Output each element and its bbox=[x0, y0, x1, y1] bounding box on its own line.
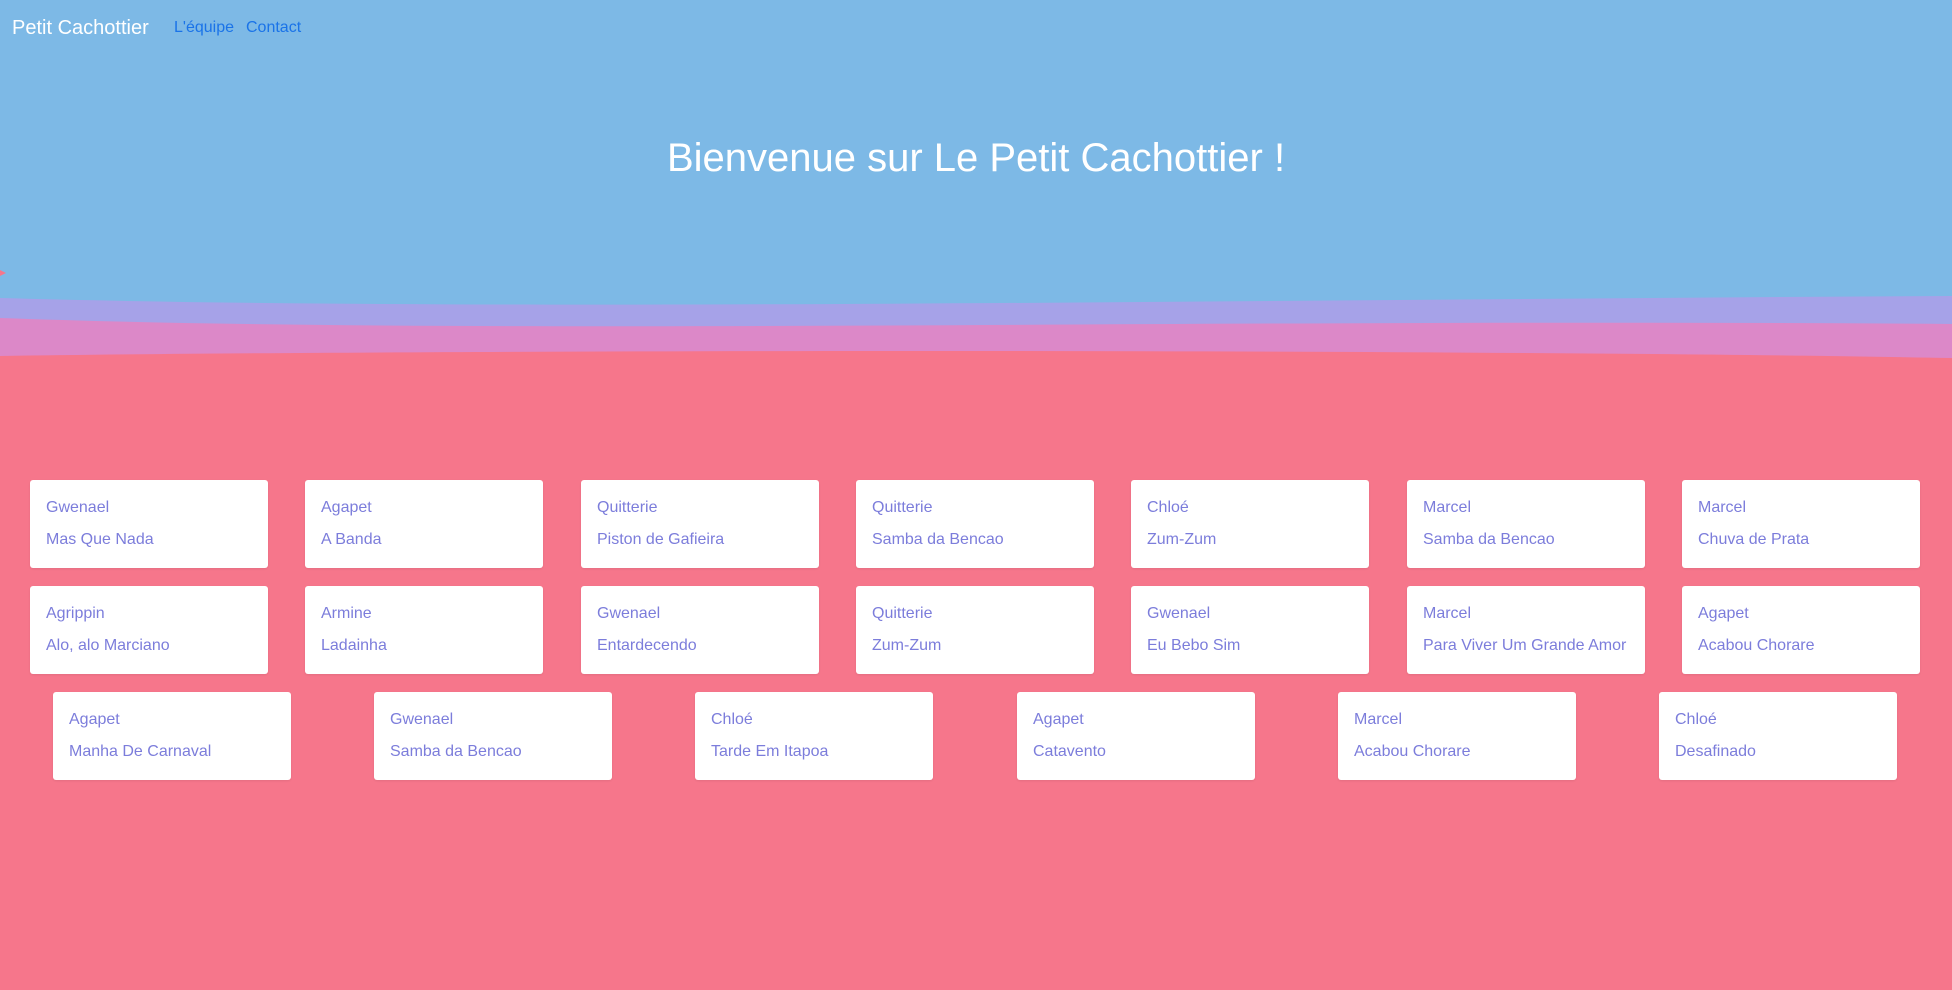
song-card[interactable]: Agapet A Banda bbox=[305, 480, 543, 568]
song-card[interactable]: Armine Ladainha bbox=[305, 586, 543, 674]
card-artist: Quitterie bbox=[597, 499, 658, 516]
song-card[interactable]: Gwenael Samba da Bencao bbox=[374, 692, 612, 780]
card-song: Desafinado bbox=[1675, 743, 1756, 760]
card-artist: Marcel bbox=[1698, 499, 1747, 516]
song-card[interactable]: Marcel Chuva de Prata bbox=[1682, 480, 1920, 568]
page-title: Bienvenue sur Le Petit Cachottier ! bbox=[666, 136, 1286, 180]
navbar: Petit Cachottier L'équipe Contact bbox=[0, 0, 1952, 56]
song-card[interactable]: Chloé Zum-Zum bbox=[1131, 480, 1369, 568]
card-song: Acabou Chorare bbox=[1354, 743, 1471, 760]
card-artist: Gwenael bbox=[597, 605, 661, 622]
song-card[interactable]: Quitterie Piston de Gafieira bbox=[581, 480, 819, 568]
card-song: Samba da Bencao bbox=[872, 531, 1004, 548]
card-song: Samba da Bencao bbox=[390, 743, 522, 760]
hero-section: Petit Cachottier L'équipe Contact Bienve… bbox=[0, 0, 1952, 360]
song-card[interactable]: Agrippin Alo, alo Marciano bbox=[30, 586, 268, 674]
song-card[interactable]: Chloé Desafinado bbox=[1659, 692, 1897, 780]
card-artist: Gwenael bbox=[390, 711, 454, 728]
card-artist: Agapet bbox=[1033, 711, 1084, 728]
card-song: Tarde Em Itapoa bbox=[711, 743, 829, 760]
card-artist: Agapet bbox=[1698, 605, 1749, 622]
card-artist: Marcel bbox=[1354, 711, 1403, 728]
card-artist: Gwenael bbox=[46, 499, 110, 516]
song-card[interactable]: Marcel Acabou Chorare bbox=[1338, 692, 1576, 780]
card-song: Chuva de Prata bbox=[1698, 531, 1810, 548]
song-card[interactable]: Gwenael Entardecendo bbox=[581, 586, 819, 674]
card-song: Zum-Zum bbox=[872, 637, 942, 654]
nav-link-contact[interactable]: Contact bbox=[246, 17, 301, 39]
card-song: Entardecendo bbox=[597, 637, 697, 654]
song-card[interactable]: Gwenael Eu Bebo Sim bbox=[1131, 586, 1369, 674]
card-artist: Chloé bbox=[711, 711, 753, 728]
card-artist: Gwenael bbox=[1147, 605, 1211, 622]
song-card[interactable]: Agapet Manha De Carnaval bbox=[53, 692, 291, 780]
card-song: Mas Que Nada bbox=[46, 531, 154, 548]
song-card[interactable]: Agapet Acabou Chorare bbox=[1682, 586, 1920, 674]
card-artist: Quitterie bbox=[872, 499, 933, 516]
card-artist: Armine bbox=[321, 605, 372, 622]
card-song: Piston de Gafieira bbox=[597, 531, 725, 548]
card-song: A Banda bbox=[321, 531, 382, 548]
card-artist: Agapet bbox=[69, 711, 120, 728]
card-song: Catavento bbox=[1033, 743, 1106, 760]
card-artist: Marcel bbox=[1423, 499, 1472, 516]
card-song: Ladainha bbox=[321, 637, 387, 654]
nav-link-team[interactable]: L'équipe bbox=[174, 17, 234, 39]
card-song: Para Viver Um Grande Amor bbox=[1423, 637, 1627, 654]
song-card[interactable]: Quitterie Zum-Zum bbox=[856, 586, 1094, 674]
card-song: Manha De Carnaval bbox=[69, 743, 212, 760]
card-artist: Chloé bbox=[1675, 711, 1717, 728]
song-card[interactable]: Agapet Catavento bbox=[1017, 692, 1255, 780]
card-song: Acabou Chorare bbox=[1698, 637, 1815, 654]
card-song: Zum-Zum bbox=[1147, 531, 1217, 548]
song-card[interactable]: Marcel Para Viver Um Grande Amor bbox=[1407, 586, 1645, 674]
song-card[interactable]: Gwenael Mas Que Nada bbox=[30, 480, 268, 568]
card-artist: Marcel bbox=[1423, 605, 1472, 622]
song-card[interactable]: Marcel Samba da Bencao bbox=[1407, 480, 1645, 568]
card-song: Eu Bebo Sim bbox=[1147, 637, 1241, 654]
card-artist: Quitterie bbox=[872, 605, 933, 622]
song-card[interactable]: Chloé Tarde Em Itapoa bbox=[695, 692, 933, 780]
card-artist: Agrippin bbox=[46, 605, 105, 622]
song-card[interactable]: Quitterie Samba da Bencao bbox=[856, 480, 1094, 568]
brand-link[interactable]: Petit Cachottier bbox=[12, 14, 149, 42]
card-artist: Chloé bbox=[1147, 499, 1189, 516]
card-artist: Agapet bbox=[321, 499, 372, 516]
card-song: Samba da Bencao bbox=[1423, 531, 1555, 548]
card-song: Alo, alo Marciano bbox=[46, 637, 170, 654]
